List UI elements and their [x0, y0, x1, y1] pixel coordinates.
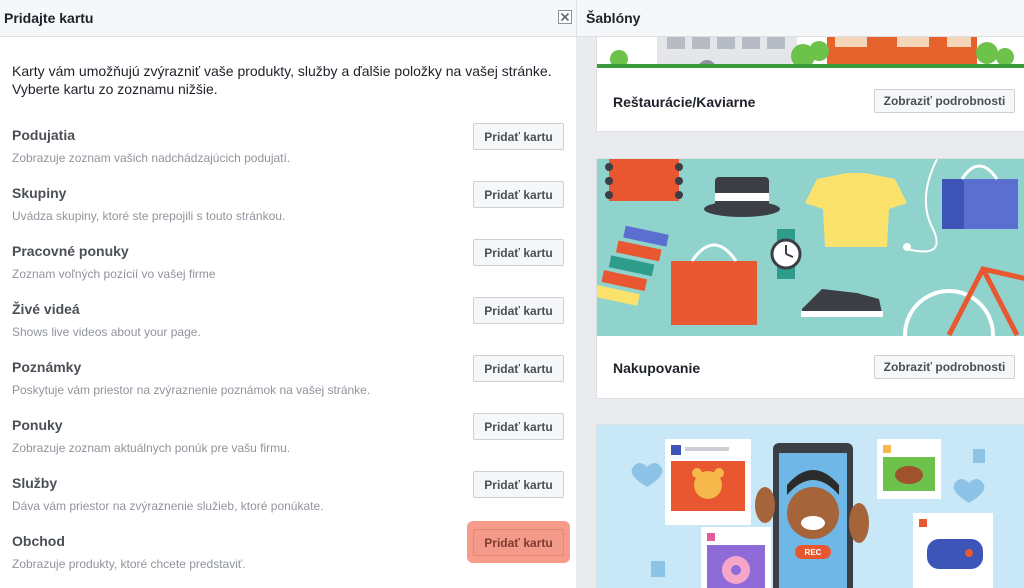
tab-name: Ponuky [12, 417, 63, 433]
add-tab-button[interactable]: Pridať kartu [473, 123, 564, 150]
template-name: Reštaurácie/Kaviarne [613, 94, 756, 110]
tab-row-skupiny: Skupiny Uvádza skupiny, ktoré ste prepoj… [0, 181, 576, 243]
tab-name: Podujatia [12, 127, 76, 143]
add-tab-button[interactable]: Pridať kartu [473, 413, 564, 440]
templates-panel: Reštaurácie/Kaviarne Zobraziť podrobnost… [576, 0, 1024, 588]
tab-desc: Uvádza skupiny, ktoré ste prepojili s to… [12, 209, 286, 223]
tab-desc: Shows live videos about your page. [12, 325, 201, 339]
tab-desc: Zobrazuje zoznam vašich nadchádzajúcich … [12, 151, 291, 165]
add-tab-panel: Pridajte kartu Karty vám umožňujú zvýraz… [0, 0, 576, 588]
tab-name: Pracovné ponuky [12, 243, 129, 259]
tab-row-podujatia: Podujatia Zobrazuje zoznam vašich nadchá… [0, 123, 576, 185]
view-details-button[interactable]: Zobraziť podrobnosti [874, 89, 1015, 113]
tab-row-obchod: Obchod Zobrazuje produkty, ktoré chcete … [0, 521, 576, 588]
tab-row-ponuky: Ponuky Zobrazuje zoznam aktuálnych ponúk… [0, 413, 576, 475]
add-tab-button[interactable]: Pridať kartu [473, 471, 564, 498]
template-card-shopping: Nakupovanie Zobraziť podrobnosti [596, 158, 1024, 399]
add-tab-button[interactable]: Pridať kartu [473, 181, 564, 208]
templates-title: Šablóny [586, 10, 641, 26]
video-creator-illustration: REC [597, 425, 1024, 588]
add-tab-button[interactable]: Pridať kartu [473, 239, 564, 266]
add-tab-button[interactable]: Pridať kartu [473, 297, 564, 324]
add-tab-title: Pridajte kartu [4, 10, 94, 26]
template-name: Nakupovanie [613, 360, 701, 376]
tab-name: Živé videá [12, 301, 80, 317]
close-icon[interactable] [558, 10, 572, 24]
templates-header: Šablóny [576, 0, 1024, 37]
tab-desc: Zoznam voľných pozícií vo vašej firme [12, 267, 216, 281]
shopping-illustration [597, 159, 1024, 336]
tab-desc: Zobrazuje zoznam aktuálnych ponúk pre va… [12, 441, 291, 455]
tab-name: Služby [12, 475, 58, 491]
tab-desc: Poskytuje vám priestor na zvýraznenie po… [12, 383, 371, 397]
add-tab-button[interactable]: Pridať kartu [473, 355, 564, 382]
tab-row-pracovne-ponuky: Pracovné ponuky Zoznam voľných pozícií v… [0, 239, 576, 301]
template-card-video: REC [596, 424, 1024, 588]
tab-name: Skupiny [12, 185, 67, 201]
tab-row-zive-videa: Živé videá Shows live videos about your … [0, 297, 576, 359]
tab-desc: Zobrazuje produkty, ktoré chcete predsta… [12, 557, 246, 571]
add-tab-header: Pridajte kartu [0, 0, 576, 37]
tab-name: Obchod [12, 533, 65, 549]
rec-badge: REC [805, 548, 822, 557]
tab-row-poznamky: Poznámky Poskytuje vám priestor na zvýra… [0, 355, 576, 417]
add-tab-button-highlighted[interactable]: Pridať kartu [473, 529, 564, 556]
intro-text: Karty vám umožňujú zvýrazniť vaše produk… [12, 63, 552, 97]
tab-name: Poznámky [12, 359, 82, 375]
tab-desc: Dáva vám priestor na zvýraznenie služieb… [12, 499, 324, 513]
view-details-button[interactable]: Zobraziť podrobnosti [874, 355, 1015, 379]
